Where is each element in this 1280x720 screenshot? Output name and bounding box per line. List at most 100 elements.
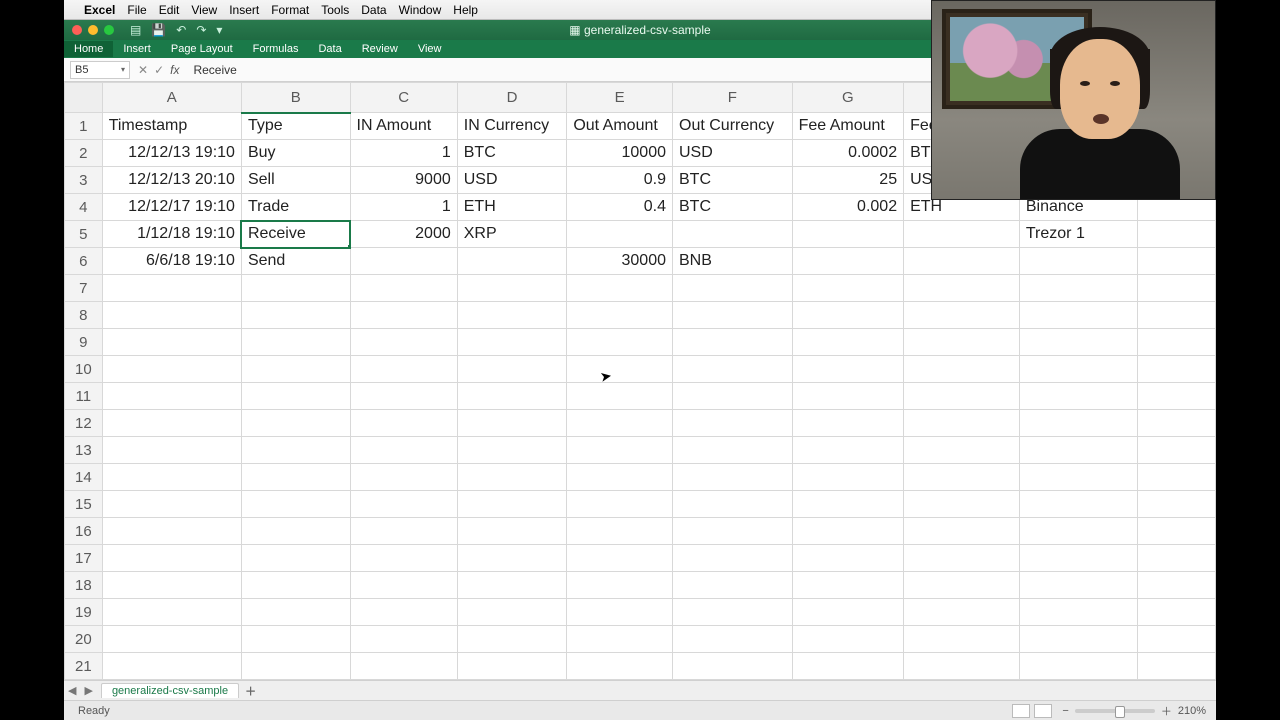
cell-E8[interactable] [567, 302, 673, 329]
cell-J20[interactable] [1138, 626, 1216, 653]
cell-D9[interactable] [457, 329, 567, 356]
cell-B10[interactable] [241, 356, 350, 383]
cell-J13[interactable] [1138, 437, 1216, 464]
cell-C2[interactable]: 1 [350, 140, 457, 167]
cell-J5[interactable] [1138, 221, 1216, 248]
menu-help[interactable]: Help [453, 3, 478, 17]
cell-F14[interactable] [673, 464, 793, 491]
cell-B15[interactable] [241, 491, 350, 518]
cell-B5[interactable]: Receive [241, 221, 350, 248]
cell-A7[interactable] [102, 275, 241, 302]
qat-save-icon[interactable]: 💾 [151, 23, 166, 37]
cell-H15[interactable] [904, 491, 1020, 518]
cell-J9[interactable] [1138, 329, 1216, 356]
cell-H20[interactable] [904, 626, 1020, 653]
cell-F8[interactable] [673, 302, 793, 329]
cell-C1[interactable]: IN Amount [350, 113, 457, 140]
cell-A16[interactable] [102, 518, 241, 545]
select-all-corner[interactable] [65, 83, 103, 113]
row-header[interactable]: 13 [65, 437, 103, 464]
cell-G17[interactable] [792, 545, 904, 572]
zoom-in-icon[interactable]: ＋ [1161, 703, 1172, 719]
cell-D19[interactable] [457, 599, 567, 626]
cell-D3[interactable]: USD [457, 167, 567, 194]
cell-A10[interactable] [102, 356, 241, 383]
cell-H13[interactable] [904, 437, 1020, 464]
cell-C14[interactable] [350, 464, 457, 491]
cell-D11[interactable] [457, 383, 567, 410]
menu-format[interactable]: Format [271, 3, 309, 17]
row-header[interactable]: 4 [65, 194, 103, 221]
cell-H19[interactable] [904, 599, 1020, 626]
cell-E3[interactable]: 0.9 [567, 167, 673, 194]
cell-D5[interactable]: XRP [457, 221, 567, 248]
cell-G4[interactable]: 0.002 [792, 194, 904, 221]
cell-I19[interactable] [1019, 599, 1137, 626]
cell-G18[interactable] [792, 572, 904, 599]
cell-E19[interactable] [567, 599, 673, 626]
cell-I6[interactable] [1019, 248, 1137, 275]
cell-E7[interactable] [567, 275, 673, 302]
cell-E4[interactable]: 0.4 [567, 194, 673, 221]
cell-I20[interactable] [1019, 626, 1137, 653]
cell-A19[interactable] [102, 599, 241, 626]
cell-G12[interactable] [792, 410, 904, 437]
cell-A21[interactable] [102, 653, 241, 680]
cell-J19[interactable] [1138, 599, 1216, 626]
row-header[interactable]: 12 [65, 410, 103, 437]
tab-view[interactable]: View [408, 41, 452, 57]
cell-C20[interactable] [350, 626, 457, 653]
row-header[interactable]: 18 [65, 572, 103, 599]
cell-A6[interactable]: 6/6/18 19:10 [102, 248, 241, 275]
cell-C5[interactable]: 2000 [350, 221, 457, 248]
cell-C7[interactable] [350, 275, 457, 302]
cell-B18[interactable] [241, 572, 350, 599]
row-header[interactable]: 9 [65, 329, 103, 356]
cell-D15[interactable] [457, 491, 567, 518]
cell-B14[interactable] [241, 464, 350, 491]
cell-D13[interactable] [457, 437, 567, 464]
cell-A5[interactable]: 1/12/18 19:10 [102, 221, 241, 248]
zoom-slider[interactable] [1075, 709, 1155, 713]
cell-E1[interactable]: Out Amount [567, 113, 673, 140]
cell-D1[interactable]: IN Currency [457, 113, 567, 140]
cell-D20[interactable] [457, 626, 567, 653]
cell-J16[interactable] [1138, 518, 1216, 545]
cell-I8[interactable] [1019, 302, 1137, 329]
cell-G20[interactable] [792, 626, 904, 653]
cell-D18[interactable] [457, 572, 567, 599]
cell-E10[interactable] [567, 356, 673, 383]
cell-G3[interactable]: 25 [792, 167, 904, 194]
cell-C19[interactable] [350, 599, 457, 626]
cell-C15[interactable] [350, 491, 457, 518]
qat-redo-icon[interactable]: ↷ [196, 23, 206, 37]
cell-E21[interactable] [567, 653, 673, 680]
cell-I21[interactable] [1019, 653, 1137, 680]
cell-F18[interactable] [673, 572, 793, 599]
cell-J12[interactable] [1138, 410, 1216, 437]
cell-B3[interactable]: Sell [241, 167, 350, 194]
cell-E13[interactable] [567, 437, 673, 464]
cell-I13[interactable] [1019, 437, 1137, 464]
cell-E12[interactable] [567, 410, 673, 437]
row-header[interactable]: 7 [65, 275, 103, 302]
col-header-D[interactable]: D [457, 83, 567, 113]
cell-A13[interactable] [102, 437, 241, 464]
cell-B9[interactable] [241, 329, 350, 356]
row-header[interactable]: 8 [65, 302, 103, 329]
cell-E18[interactable] [567, 572, 673, 599]
menu-window[interactable]: Window [399, 3, 442, 17]
cell-I17[interactable] [1019, 545, 1137, 572]
cell-D7[interactable] [457, 275, 567, 302]
row-header[interactable]: 3 [65, 167, 103, 194]
cell-J11[interactable] [1138, 383, 1216, 410]
cell-B1[interactable]: Type [241, 113, 350, 140]
cell-F20[interactable] [673, 626, 793, 653]
cell-B12[interactable] [241, 410, 350, 437]
cell-G2[interactable]: 0.0002 [792, 140, 904, 167]
sheet-nav-next-icon[interactable]: ▶ [80, 684, 96, 697]
tab-page-layout[interactable]: Page Layout [161, 41, 243, 57]
cell-D2[interactable]: BTC [457, 140, 567, 167]
cell-A15[interactable] [102, 491, 241, 518]
cell-D10[interactable] [457, 356, 567, 383]
